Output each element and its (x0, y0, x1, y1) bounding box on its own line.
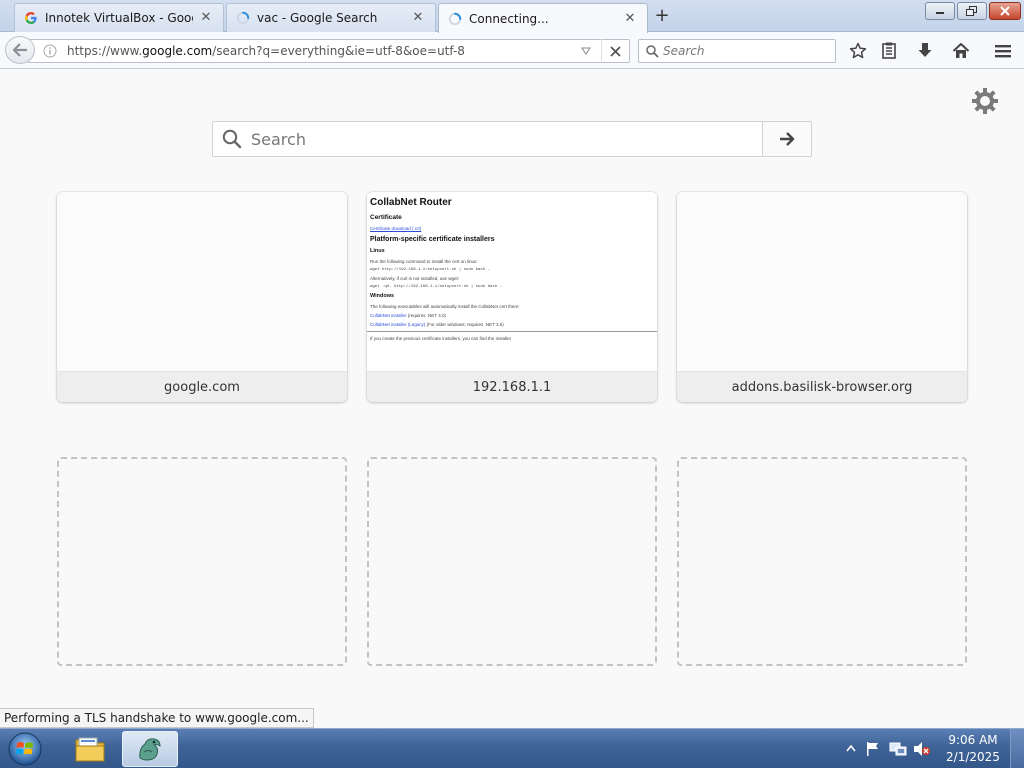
new-tab-page: Search google.com CollabNet Router Certi… (0, 70, 1024, 710)
empty-tile-slot[interactable] (677, 457, 967, 666)
tile-title: addons.basilisk-browser.org (677, 371, 967, 402)
empty-tile-slot[interactable] (57, 457, 347, 666)
url-path: /search?q=everything&ie=utf-8&oe=utf-8 (212, 44, 465, 58)
preview-heading: CollabNet Router (370, 197, 452, 208)
tab-label: Connecting... (469, 11, 549, 26)
tab-label: vac - Google Search (257, 11, 378, 25)
preview-text: (requires .NET 4.0) (406, 313, 446, 318)
downloads-icon[interactable] (913, 39, 937, 63)
preview-link: Certificate download (.crt) (370, 226, 422, 231)
newtab-search-input[interactable]: Search (212, 121, 763, 157)
loading-spinner-icon (447, 11, 463, 27)
google-g-icon (23, 10, 39, 26)
preview-text: If you create the previous certificate i… (370, 336, 512, 341)
top-site-tile[interactable]: CollabNet Router Certificate Certificate… (367, 192, 657, 402)
bookmarks-list-icon[interactable] (877, 39, 901, 63)
network-icon[interactable] (889, 740, 907, 758)
preview-link: CollabNet installer (Legacy) (370, 322, 426, 327)
close-icon (1000, 6, 1010, 16)
bookmark-star-icon[interactable] (846, 39, 870, 63)
close-tab-icon[interactable]: ✕ (623, 11, 637, 26)
taskbar-clock[interactable]: 9:06 AM 2/1/2025 (940, 732, 1006, 766)
loading-spinner-icon (235, 10, 251, 26)
search-icon (215, 129, 249, 149)
start-button[interactable] (4, 730, 46, 768)
url-host: google.com (142, 44, 213, 58)
taskbar-basilisk-browser[interactable] (122, 731, 178, 767)
minimize-icon (936, 12, 944, 14)
search-go-button[interactable] (762, 121, 812, 157)
info-icon[interactable] (39, 44, 61, 58)
minimize-button[interactable] (925, 2, 955, 20)
taskbar-file-explorer[interactable] (62, 731, 118, 767)
clock-time: 9:06 AM (948, 733, 998, 747)
tab-innotek-virtualbox[interactable]: Innotek VirtualBox - Google ✕ (14, 3, 224, 32)
url-text[interactable]: https://www.google.com/search?q=everythi… (67, 44, 577, 58)
search-placeholder: Search (663, 44, 705, 58)
close-tab-icon[interactable]: ✕ (411, 11, 425, 25)
history-dropdown-icon[interactable] (577, 47, 595, 55)
tile-title: 192.168.1.1 (367, 371, 657, 402)
browser-search-bar[interactable]: Search (638, 39, 836, 63)
preview-code: wget http://192.168.1.1/setupcert.sh | s… (370, 268, 491, 272)
tab-strip: Innotek VirtualBox - Google ✕ vac - Goog… (0, 0, 1024, 33)
stop-loading-icon[interactable] (601, 39, 629, 63)
preview-link: CollabNet installer (370, 313, 407, 318)
status-panel: Performing a TLS handshake to www.google… (0, 708, 314, 728)
preview-link-line: CollabNet installer (requires .NET 4.0) (370, 313, 657, 318)
preview-text: (For older windows; requires .NET 3.5) (425, 322, 504, 327)
new-tab-button[interactable]: + (650, 5, 674, 27)
tab-connecting[interactable]: Connecting... ✕ (438, 3, 648, 33)
tab-vac-google-search[interactable]: vac - Google Search ✕ (226, 3, 436, 32)
empty-tile-slot[interactable] (367, 457, 657, 666)
windows-taskbar: 9:06 AM 2/1/2025 (0, 728, 1024, 768)
back-arrow-icon (12, 43, 27, 57)
preview-section-heading: Linux (370, 248, 385, 254)
search-placeholder: Search (251, 129, 306, 149)
preview-divider (367, 331, 657, 332)
search-icon (641, 44, 663, 58)
close-tab-icon[interactable]: ✕ (199, 11, 213, 25)
preview-code: wget -qO- http://192.168.1.1/setupcert.s… (370, 285, 503, 289)
restore-icon (966, 6, 977, 16)
hamburger-menu-icon[interactable] (991, 39, 1015, 63)
restore-button[interactable] (957, 2, 987, 20)
show-desktop-button[interactable] (1010, 729, 1024, 768)
tab-label: Innotek VirtualBox - Google (45, 11, 193, 25)
navigation-toolbar: https://www.google.com/search?q=everythi… (0, 32, 1024, 69)
tile-thumbnail (57, 192, 347, 371)
windows-logo-icon (8, 732, 42, 766)
tile-thumbnail: CollabNet Router Certificate Certificate… (367, 192, 657, 371)
preview-text: Alternatively, if curl is not installed,… (370, 276, 459, 281)
preview-text: The following executables will automatic… (370, 304, 520, 309)
gear-icon[interactable] (970, 86, 1000, 116)
folder-icon (75, 737, 105, 762)
top-site-tile[interactable]: addons.basilisk-browser.org (677, 192, 967, 402)
page-preview: CollabNet Router Certificate Certificate… (367, 192, 657, 371)
clock-date: 2/1/2025 (946, 750, 1000, 764)
action-center-flag-icon[interactable] (864, 740, 882, 758)
preview-link-line: CollabNet installer (Legacy) (For older … (370, 322, 657, 327)
arrow-right-icon (780, 132, 795, 146)
preview-subheading: Certificate (370, 214, 402, 221)
back-button[interactable] (5, 36, 35, 64)
preview-subheading: Platform-specific certificate installers (370, 236, 495, 243)
basilisk-browser-icon (139, 738, 161, 761)
url-prefix: https://www. (67, 44, 143, 58)
show-hidden-icons-icon[interactable] (845, 741, 857, 755)
close-window-button[interactable] (989, 2, 1021, 20)
tile-thumbnail (677, 192, 967, 371)
top-site-tile[interactable]: google.com (57, 192, 347, 402)
preview-text: Run the following command to install the… (370, 259, 478, 264)
home-icon[interactable] (949, 39, 973, 63)
preview-section-heading: Windows (370, 293, 395, 299)
url-bar[interactable]: https://www.google.com/search?q=everythi… (28, 39, 630, 63)
volume-muted-icon[interactable] (913, 740, 931, 758)
tile-title: google.com (57, 371, 347, 402)
